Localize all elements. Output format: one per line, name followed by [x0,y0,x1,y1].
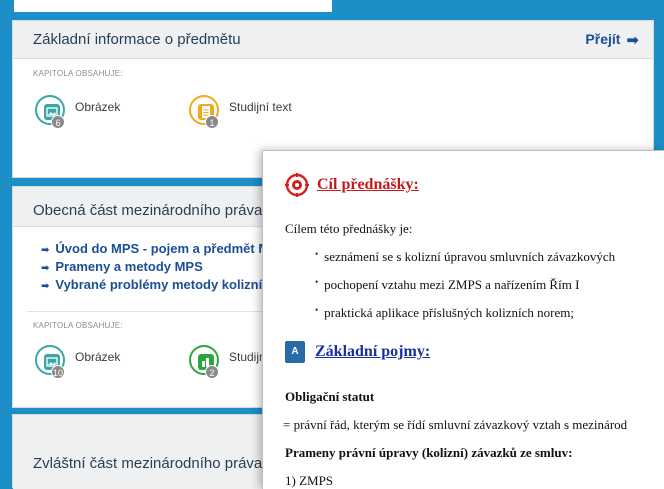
arrow-right-icon: ➡ [41,281,50,292]
arrow-right-icon[interactable]: ➡ [626,31,639,49]
target-icon [285,173,309,197]
chart-icon: 2 [189,345,219,379]
basic-terms-heading: A Základní pojmy: [285,341,430,363]
chapter-link[interactable]: ➡ Úvod do MPS - pojem a předmět MPS [41,241,287,259]
panel-title: Základní informace o předmětu [33,31,241,48]
panel-header: Základní informace o předmětu Přejít ➡ [13,21,653,59]
chapter-label: Kapitola obsahuje: [33,321,123,330]
chip-count: 10 [51,365,65,379]
chip-label[interactable]: Studijn [229,350,266,364]
book-icon: A [285,341,305,363]
goal-bullet: • pochopení vztahu mezi ZMPS a nařízením … [315,277,580,292]
go-link[interactable]: Přejít ➡ [585,31,639,49]
panel-title[interactable]: Obecná část mezinárodního práva so [33,202,282,219]
list-item: 1) ZMPS [285,473,334,488]
chip-count: 6 [51,115,65,129]
image-icon: 10 [35,345,65,379]
goal-heading: Cíl přednášky: [285,173,419,197]
chip-label[interactable]: Obrázek [75,100,120,114]
goal-heading-text: Cíl přednášky: [317,176,419,193]
chip-count: 2 [205,365,219,379]
chip-study-text[interactable]: 2 Studijn [189,345,266,379]
go-label[interactable]: Přejít [585,31,620,47]
chip-study-text[interactable]: 1 Studijní text [189,95,292,129]
chapter-label: Kapitola obsahuje: [33,69,123,78]
divider [27,311,277,312]
document-icon: 1 [189,95,219,129]
top-banner [0,0,664,20]
study-text-document: Cíl přednášky: Cílem této přednášky je: … [262,150,664,489]
chapter-link[interactable]: ➡ Prameny a metody MPS [41,259,287,277]
term-title: Prameny právní úpravy (kolizní) závazků … [285,445,573,460]
panel-title[interactable]: Zvláštní část mezinárodního práva so [33,455,282,472]
chip-image[interactable]: 6 Obrázek [35,95,120,129]
term-title: Obligační statut [285,389,375,404]
banner-tab [14,0,332,12]
intro-text: Cílem této přednášky je: [285,221,413,236]
chip-label[interactable]: Studijní text [229,100,292,114]
chip-count: 1 [205,115,219,129]
chip-image[interactable]: 10 Obrázek [35,345,120,379]
arrow-right-icon: ➡ [41,245,50,256]
chip-label[interactable]: Obrázek [75,350,120,364]
image-icon: 6 [35,95,65,129]
term-definition: = právní řád, kterým se řídí smluvní záv… [283,417,628,432]
goal-bullet: • praktická aplikace příslušných kolizníc… [315,305,574,320]
goal-bullet: • seznámení se s kolizní úpravou smluvníc… [315,249,616,264]
arrow-right-icon: ➡ [41,263,50,274]
chapter-link-list: ➡ Úvod do MPS - pojem a předmět MPS ➡ Pram… [41,241,287,295]
basic-terms-heading-text: Základní pojmy: [315,343,431,360]
chapter-link[interactable]: ➡ Vybrané problémy metody kolizní [41,277,287,295]
